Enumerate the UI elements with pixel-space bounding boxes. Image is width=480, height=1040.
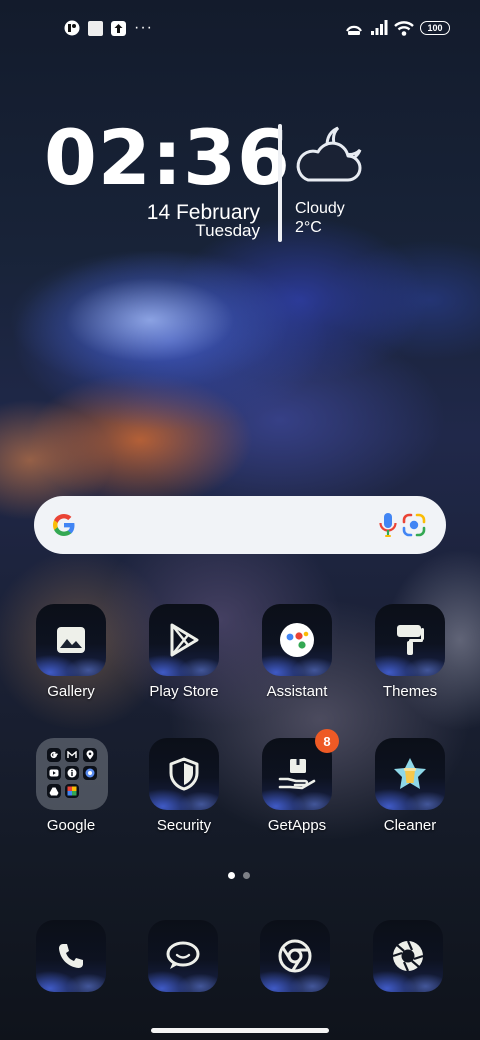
app-play-store[interactable]: Play Store xyxy=(129,604,239,724)
gallery-icon xyxy=(36,604,106,676)
clock-time[interactable]: 02:36 xyxy=(44,118,291,198)
themes-icon xyxy=(375,604,445,676)
cleaner-icon xyxy=(375,738,445,810)
app-security[interactable]: Security xyxy=(129,738,239,858)
phone-icon xyxy=(36,920,106,992)
google-search-bar[interactable] xyxy=(34,496,446,554)
home-indicator[interactable] xyxy=(151,1028,329,1033)
app-label: Play Store xyxy=(149,683,219,700)
battery-indicator: 100 xyxy=(420,21,450,35)
photos-icon xyxy=(65,784,79,798)
chrome-icon xyxy=(260,920,330,992)
shield-icon xyxy=(149,738,219,810)
folder-icon xyxy=(36,738,108,810)
dock-phone[interactable] xyxy=(36,920,108,992)
more-notifications-icon: ··· xyxy=(134,19,153,36)
notification-app-icon xyxy=(64,20,80,36)
google-g-icon xyxy=(53,514,75,536)
system-icons: 100 xyxy=(344,18,450,38)
app-label: Gallery xyxy=(47,683,95,700)
messages-icon xyxy=(148,920,218,992)
app-assistant[interactable]: Assistant xyxy=(242,604,352,724)
drive-icon xyxy=(47,784,61,798)
app-label: Themes xyxy=(382,683,438,700)
notification-upload-icon xyxy=(111,20,126,36)
status-bar[interactable]: ··· 100 xyxy=(0,0,480,56)
dock-messages[interactable] xyxy=(148,920,220,992)
dock-chrome[interactable] xyxy=(260,920,332,992)
notification-badge: 8 xyxy=(315,729,339,753)
chrome-icon xyxy=(83,766,97,780)
page-dot xyxy=(243,872,250,879)
app-themes[interactable]: Themes xyxy=(355,604,465,724)
gmail-icon xyxy=(65,748,79,762)
dock-camera[interactable] xyxy=(373,920,445,992)
app-gallery[interactable]: Gallery xyxy=(16,604,126,724)
folder-google[interactable]: Google xyxy=(16,738,126,858)
app-getapps[interactable]: GetApps xyxy=(242,738,352,858)
camera-icon xyxy=(373,920,443,992)
weather-condition: Cloudy xyxy=(295,200,345,217)
google-lens-icon[interactable] xyxy=(400,511,428,539)
signal-icon xyxy=(371,20,388,35)
play-store-icon xyxy=(149,604,219,676)
app-label: Cleaner xyxy=(383,817,437,834)
clock-weather-widget[interactable]: 02:36 14 February Tuesday Cloudy 2°C xyxy=(44,118,424,248)
info-icon xyxy=(65,766,79,780)
app-label: Google xyxy=(46,817,96,834)
app-label: Security xyxy=(156,817,212,834)
page-indicator xyxy=(228,872,250,879)
widget-divider xyxy=(278,124,282,242)
notification-square-icon xyxy=(88,20,103,36)
app-label: Assistant xyxy=(266,683,328,700)
clock-day: Tuesday xyxy=(195,221,260,240)
microphone-icon[interactable] xyxy=(376,510,400,540)
google-g-icon xyxy=(47,748,61,762)
maps-icon xyxy=(83,748,97,762)
hotspot-icon xyxy=(346,25,362,35)
wifi-icon xyxy=(394,21,414,36)
app-label: GetApps xyxy=(267,817,327,834)
assistant-icon xyxy=(262,604,332,676)
notification-icons: ··· xyxy=(64,19,153,37)
cloud-moon-icon[interactable] xyxy=(294,122,368,186)
youtube-icon xyxy=(47,766,61,780)
app-cleaner[interactable]: Cleaner xyxy=(355,738,465,858)
weather-temperature: 2°C xyxy=(295,219,322,236)
page-dot-active xyxy=(228,872,235,879)
